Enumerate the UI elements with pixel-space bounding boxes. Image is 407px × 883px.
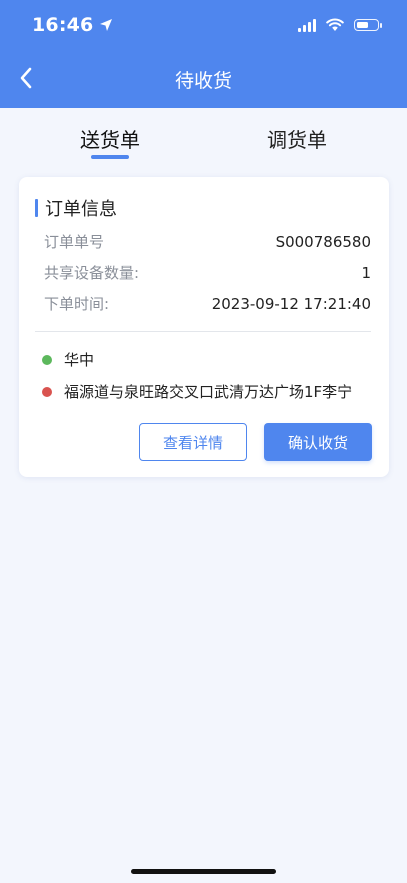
- tab-bar: 送货单 调货单: [0, 108, 407, 170]
- origin-dot-icon: [42, 354, 52, 365]
- order-time-value: 2023-09-12 17:21:40: [211, 294, 371, 313]
- divider: [35, 331, 371, 332]
- destination-location-text: 福源道与泉旺路交叉口武清万达广场1F李宁: [64, 383, 353, 401]
- destination-dot-icon: [42, 386, 52, 397]
- status-bar-icons: [298, 18, 382, 32]
- battery-icon: [354, 19, 382, 31]
- order-card: 订单信息 订单单号 S000786580 共享设备数量: 1 下单时间: 202…: [19, 177, 389, 477]
- cellular-signal-icon: [298, 18, 316, 32]
- location-arrow-icon: [100, 19, 113, 31]
- status-bar-time: 16:46: [32, 14, 113, 36]
- tab-transfer-order[interactable]: 调货单: [227, 124, 367, 153]
- view-details-button[interactable]: 查看详情: [139, 423, 247, 461]
- destination-location: 福源道与泉旺路交叉口武清万达广场1F李宁: [42, 381, 371, 402]
- order-time-row: 下单时间: 2023-09-12 17:21:40: [44, 293, 371, 314]
- heading-accent-bar: [35, 199, 38, 217]
- active-tab-indicator: [91, 155, 129, 159]
- app-header: 16:46 待收货: [0, 0, 407, 108]
- wifi-icon: [326, 18, 344, 31]
- device-count-row: 共享设备数量: 1: [44, 262, 371, 283]
- order-time-label: 下单时间:: [44, 295, 110, 313]
- home-indicator: [131, 869, 276, 874]
- order-number-label: 订单单号: [44, 233, 105, 251]
- order-number-value: S000786580: [275, 232, 371, 251]
- status-time-text: 16:46: [32, 14, 94, 36]
- device-count-value: 1: [361, 263, 371, 282]
- order-info-title: 订单信息: [45, 199, 117, 220]
- order-info-heading: 订单信息: [35, 195, 117, 221]
- device-count-label: 共享设备数量:: [44, 264, 140, 282]
- origin-location-text: 华中: [64, 351, 95, 369]
- origin-location: 华中: [42, 349, 371, 370]
- page-title: 待收货: [174, 70, 232, 92]
- tab-delivery-order[interactable]: 送货单: [40, 124, 180, 153]
- order-number-row: 订单单号 S000786580: [44, 231, 371, 252]
- confirm-receipt-button[interactable]: 确认收货: [264, 423, 372, 461]
